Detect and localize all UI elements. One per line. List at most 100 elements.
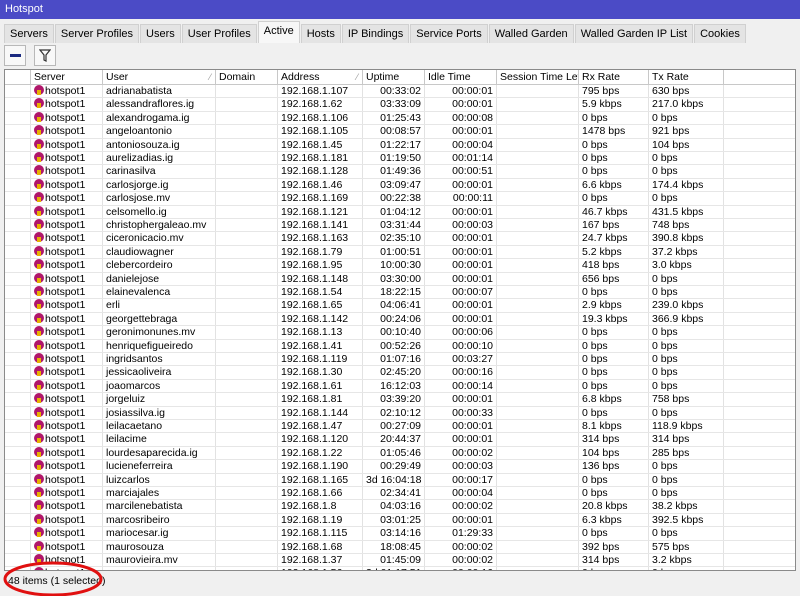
- cell-text: 192.168.1.121: [281, 205, 349, 218]
- cell-text: 192.168.1.128: [281, 165, 349, 178]
- hotspot-user-icon: [34, 379, 44, 390]
- cell-text: 418 bps: [582, 259, 620, 272]
- cell-uptime: 01:19:50: [363, 152, 425, 165]
- table-row[interactable]: hotspot1 jorgeluiz 192.168.1.81 03:39:20 00:…: [5, 393, 795, 407]
- column-header-address[interactable]: Address ⁄: [278, 70, 363, 84]
- table-row[interactable]: hotspot1 carlosjorge.ig 192.168.1.46 03:09:…: [5, 178, 795, 193]
- cell-session-time-left: [497, 232, 579, 245]
- table-row[interactable]: hotspot1 192.168.1.56 3d 01:17:51 00:00:16 0…: [5, 567, 795, 570]
- table-row[interactable]: hotspot1 christophergaleao.mv 192.168.1.14…: [5, 219, 795, 233]
- table-row[interactable]: hotspot1 marcilenebatista 192.168.1.8 04:03…: [5, 500, 795, 514]
- table-row[interactable]: hotspot1 claudiowagner 192.168.1.79 01:00:5…: [5, 245, 795, 260]
- tab-walled-garden-ip-list[interactable]: Walled Garden IP List: [574, 24, 694, 43]
- column-header-uptime[interactable]: Uptime: [363, 70, 425, 84]
- cell-text: hotspot1: [45, 406, 86, 419]
- table-row[interactable]: hotspot1 elainevalenca 192.168.1.54 18:22:1…: [5, 286, 795, 300]
- cell-text: 192.168.1.66: [281, 487, 343, 499]
- table-row[interactable]: hotspot1 ciceronicacio.mv 192.168.1.163 02:…: [5, 232, 795, 246]
- column-header-rx-rate[interactable]: Rx Rate: [579, 70, 649, 84]
- tab-hosts[interactable]: Hosts: [300, 24, 341, 43]
- table-row[interactable]: hotspot1 luizcarlos 192.168.1.165 3d 16:04:…: [5, 473, 795, 487]
- cell-text: 00:00:01: [452, 178, 493, 191]
- row-filler: [724, 219, 795, 231]
- tab-walled-garden[interactable]: Walled Garden: [488, 24, 574, 43]
- hotspot-user-icon: [34, 205, 44, 216]
- cell-text: 192.168.1.54: [281, 286, 343, 298]
- column-header-server[interactable]: Server: [31, 70, 103, 84]
- tab-service-ports[interactable]: Service Ports: [410, 24, 488, 43]
- row-filler: [724, 112, 795, 124]
- table-row[interactable]: hotspot1 lourdesaparecida.ig 192.168.1.22 0…: [5, 446, 795, 461]
- table-row[interactable]: hotspot1 ingridsantos 192.168.1.119 01:07:1…: [5, 353, 795, 367]
- table-row[interactable]: hotspot1 georgettebraga 192.168.1.142 00:24…: [5, 312, 795, 327]
- column-header-session-time-left[interactable]: Session Time Left: [497, 70, 579, 84]
- table-row[interactable]: hotspot1 celsomello.ig 192.168.1.121 01:04:…: [5, 205, 795, 219]
- cell-rx-rate: 0 bps: [579, 326, 649, 339]
- cell-user: carlosjorge.ig: [103, 178, 216, 192]
- tab-ip-bindings[interactable]: IP Bindings: [341, 24, 410, 43]
- cell-text: 01:00:51: [380, 245, 421, 258]
- table-row[interactable]: hotspot1 danielejose 192.168.1.148 03:30:00…: [5, 272, 795, 286]
- table-row[interactable]: hotspot1 geronimonunes.mv 192.168.1.13 00:1…: [5, 326, 795, 340]
- table-row[interactable]: hotspot1 jessicaoliveira 192.168.1.30 02:45…: [5, 366, 795, 380]
- cell-text: 24.7 kbps: [582, 232, 628, 245]
- cell-user: carinasilva: [103, 165, 216, 178]
- table-row[interactable]: hotspot1 carinasilva 192.168.1.128 01:49:36…: [5, 165, 795, 179]
- cell-text: 0 bps: [582, 152, 608, 164]
- table-row[interactable]: hotspot1 josiassilva.ig 192.168.1.144 02:10…: [5, 406, 795, 420]
- hotspot-user-icon: [34, 406, 44, 417]
- tab-servers[interactable]: Servers: [4, 24, 54, 43]
- tab-active[interactable]: Active: [257, 21, 300, 43]
- row-blank: [5, 473, 31, 486]
- filter-button[interactable]: [34, 45, 56, 66]
- table-row[interactable]: hotspot1 henriquefigueiredo 192.168.1.41 00…: [5, 339, 795, 353]
- cell-idle-time: 00:00:17: [425, 473, 497, 486]
- cell-text: 5.2 kbps: [582, 245, 622, 258]
- cell-text: 239.0 kbps: [652, 299, 704, 312]
- table-row[interactable]: hotspot1 clebercordeiro 192.168.1.95 10:00:…: [5, 259, 795, 273]
- cell-session-time-left: [497, 420, 579, 433]
- table-row[interactable]: hotspot1 lucieneferreira 192.168.1.190 00:2…: [5, 460, 795, 474]
- table-row[interactable]: hotspot1 angeloantonio 192.168.1.105 00:08:…: [5, 125, 795, 139]
- cell-text: 46.7 kbps: [582, 205, 628, 218]
- cell-domain: [216, 540, 278, 553]
- table-row[interactable]: hotspot1 carlosjose.mv 192.168.1.169 00:22:…: [5, 192, 795, 206]
- cell-address: 192.168.1.45: [278, 138, 363, 151]
- row-filler: [724, 487, 795, 499]
- row-blank: [5, 527, 31, 540]
- table-row[interactable]: hotspot1 adrianabatista 192.168.1.107 00:33…: [5, 85, 795, 99]
- table-row[interactable]: hotspot1 marciajales 192.168.1.66 02:34:41 0…: [5, 487, 795, 501]
- remove-button[interactable]: [4, 45, 26, 66]
- cell-idle-time: 00:00:02: [425, 554, 497, 567]
- cell-idle-time: 00:00:04: [425, 487, 497, 500]
- table-row[interactable]: hotspot1 antoniosouza.ig 192.168.1.45 01:22…: [5, 138, 795, 152]
- cell-rx-rate: 167 bps: [579, 219, 649, 232]
- column-header-user[interactable]: User ⁄: [103, 70, 216, 84]
- tab-user-profiles[interactable]: User Profiles: [181, 24, 257, 43]
- cell-text: 192.168.1.105: [281, 125, 349, 138]
- cell-uptime: 00:22:38: [363, 192, 425, 205]
- table-row[interactable]: hotspot1 joaomarcos 192.168.1.61 16:12:03 00…: [5, 379, 795, 394]
- cell-session-time-left: [497, 513, 579, 527]
- cell-text: 00:52:26: [380, 339, 421, 352]
- column-header-idle-time[interactable]: Idle Time: [425, 70, 497, 84]
- table-row[interactable]: hotspot1 aurelizadias.ig 192.168.1.181 01:1…: [5, 152, 795, 166]
- tab-server-profiles[interactable]: Server Profiles: [54, 24, 140, 43]
- column-header-blank[interactable]: [5, 70, 31, 84]
- tab-users[interactable]: Users: [140, 24, 181, 43]
- table-row[interactable]: hotspot1 erli 192.168.1.65 04:06:41 00:00:01…: [5, 299, 795, 313]
- table-row[interactable]: hotspot1 leilacime 192.168.1.120 20:44:37 00…: [5, 433, 795, 447]
- table-row[interactable]: hotspot1 maurosouza 192.168.1.68 18:08:45 00…: [5, 540, 795, 554]
- table-row[interactable]: hotspot1 maurovieira.mv 192.168.1.37 01:45:…: [5, 554, 795, 568]
- column-header-tx-rate[interactable]: Tx Rate: [649, 70, 724, 84]
- row-blank: [5, 513, 31, 527]
- table-row[interactable]: hotspot1 marcosribeiro 192.168.1.19 03:01:2…: [5, 513, 795, 528]
- table-row[interactable]: hotspot1 mariocesar.ig 192.168.1.115 03:14:…: [5, 527, 795, 541]
- tab-cookies[interactable]: Cookies: [694, 24, 746, 43]
- cell-tx-rate: 0 bps: [649, 487, 724, 500]
- table-row[interactable]: hotspot1 alessandraflores.ig 192.168.1.62 0…: [5, 98, 795, 112]
- column-header-domain[interactable]: Domain: [216, 70, 278, 84]
- table-row[interactable]: hotspot1 leilacaetano 192.168.1.47 00:27:09…: [5, 420, 795, 434]
- hotspot-user-icon: [34, 125, 44, 136]
- table-row[interactable]: hotspot1 alexandrogama.ig 192.168.1.106 01:…: [5, 111, 795, 126]
